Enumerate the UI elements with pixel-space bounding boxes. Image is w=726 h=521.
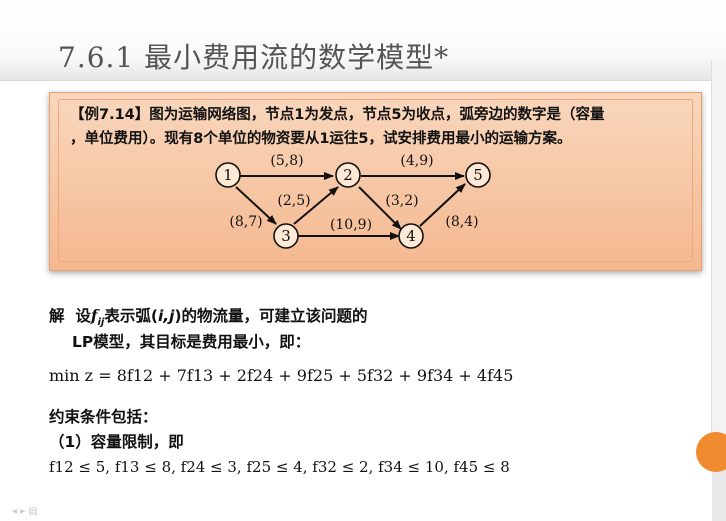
- slide-nav-icons[interactable]: ◂ ▸ ▤: [12, 506, 38, 517]
- arc-label-2-5: (4,9): [400, 153, 433, 169]
- capacity-heading: （1）容量限制，即: [49, 433, 184, 451]
- solution-lead: 解: [49, 307, 65, 325]
- example-box: 【例7.14】图为运输网络图，节点1为发点，节点5为收点，弧旁边的数字是（容量 …: [49, 92, 702, 271]
- node-1: 1: [215, 162, 241, 188]
- arc-label-3-4: (10,9): [330, 217, 372, 233]
- svg-text:2: 2: [343, 166, 353, 184]
- svg-text:3: 3: [281, 227, 291, 245]
- solution-line-2: LP模型，其目标是费用最小，即：: [72, 333, 311, 351]
- transport-network-diagram: 1 2 3 4 5 (5,8) (8,7) (2,5) (4,9) (3,2) …: [215, 153, 491, 249]
- slide-title: 7.6.1 最小费用流的数学模型*: [58, 41, 450, 74]
- arc-label-4-5: (8,4): [445, 214, 478, 230]
- node-5: 5: [465, 162, 491, 188]
- title-bar: 7.6.1 最小费用流的数学模型*: [0, 0, 726, 81]
- node-4: 4: [398, 223, 424, 249]
- solution-text-a: 设: [75, 307, 91, 325]
- constraints-heading: 约束条件包括：: [49, 408, 158, 426]
- solution-text-b: 表示弧(: [104, 307, 158, 325]
- right-scroll-strip: [711, 60, 726, 470]
- arc-label-1-3: (8,7): [229, 214, 262, 230]
- arc-label-2-4: (3,2): [385, 193, 418, 209]
- flow-variable: f: [90, 306, 98, 325]
- solution-line-1: 解 设fij表示弧(i,j)的物流量，可建立该问题的: [49, 304, 368, 328]
- svg-text:5: 5: [473, 166, 483, 184]
- solution-text-c: )的物流量，可建立该问题的: [174, 307, 368, 325]
- arc-label-1-2: (5,8): [270, 153, 303, 169]
- svg-text:1: 1: [223, 166, 233, 184]
- svg-text:4: 4: [406, 227, 416, 245]
- arc-label-3-2: (2,5): [277, 193, 310, 209]
- objective-function: min z = 8f12 + 7f13 + 2f24 + 9f25 + 5f32…: [49, 366, 514, 385]
- node-2: 2: [335, 162, 361, 188]
- node-3: 3: [273, 223, 299, 249]
- arc-index: i,j: [157, 307, 175, 325]
- capacity-constraints: f12 ≤ 5, f13 ≤ 8, f24 ≤ 3, f25 ≤ 4, f32 …: [49, 458, 510, 476]
